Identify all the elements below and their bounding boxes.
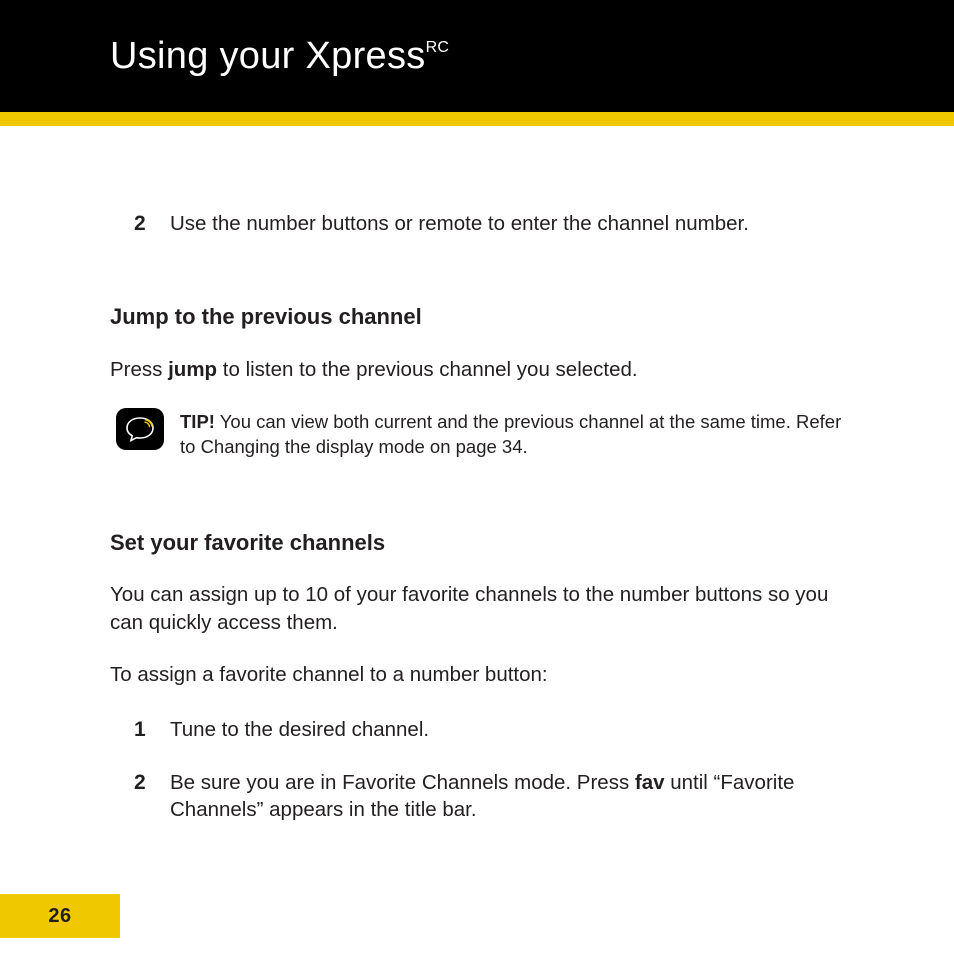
page-title: Using your XpressRC bbox=[110, 35, 449, 78]
content-area: 2 Use the number buttons or remote to en… bbox=[0, 126, 954, 824]
step-row: 1 Tune to the desired channel. bbox=[134, 716, 844, 744]
step-row: 2 Be sure you are in Favorite Channels m… bbox=[134, 769, 844, 824]
section-heading-jump: Jump to the previous channel bbox=[110, 302, 844, 332]
step-text: Use the number buttons or remote to ente… bbox=[170, 210, 844, 238]
page-number: 26 bbox=[48, 905, 71, 928]
footer-page-tab: 26 bbox=[0, 894, 120, 938]
step-text-bold: fav bbox=[635, 771, 665, 794]
jump-para-bold: jump bbox=[168, 358, 217, 381]
step-number: 2 bbox=[134, 769, 170, 824]
fav-steps: 1 Tune to the desired channel. 2 Be sure… bbox=[110, 716, 844, 824]
page-title-main: Using your Xpress bbox=[110, 35, 426, 77]
tip-label: TIP! bbox=[180, 411, 215, 432]
header-accent-bar bbox=[0, 112, 954, 126]
step-text-pre: Be sure you are in Favorite Channels mod… bbox=[170, 771, 635, 794]
step-number: 2 bbox=[134, 210, 170, 238]
section-heading-fav: Set your favorite channels bbox=[110, 528, 844, 558]
tip-body: You can view both current and the previo… bbox=[180, 411, 841, 457]
tip-speech-icon bbox=[116, 408, 164, 450]
jump-para-pre: Press bbox=[110, 358, 168, 381]
step-text: Be sure you are in Favorite Channels mod… bbox=[170, 769, 844, 824]
page-title-sup: RC bbox=[426, 39, 450, 56]
step-text: Tune to the desired channel. bbox=[170, 716, 844, 744]
jump-paragraph: Press jump to listen to the previous cha… bbox=[110, 356, 844, 384]
tip-text: TIP! You can view both current and the p… bbox=[180, 408, 844, 460]
step-row: 2 Use the number buttons or remote to en… bbox=[134, 210, 844, 238]
fav-para-1: You can assign up to 10 of your favorite… bbox=[110, 581, 844, 636]
tip-row: TIP! You can view both current and the p… bbox=[116, 408, 844, 460]
step-number: 1 bbox=[134, 716, 170, 744]
fav-para-2: To assign a favorite channel to a number… bbox=[110, 661, 844, 689]
header-bar: Using your XpressRC bbox=[0, 0, 954, 112]
jump-para-post: to listen to the previous channel you se… bbox=[217, 358, 638, 381]
